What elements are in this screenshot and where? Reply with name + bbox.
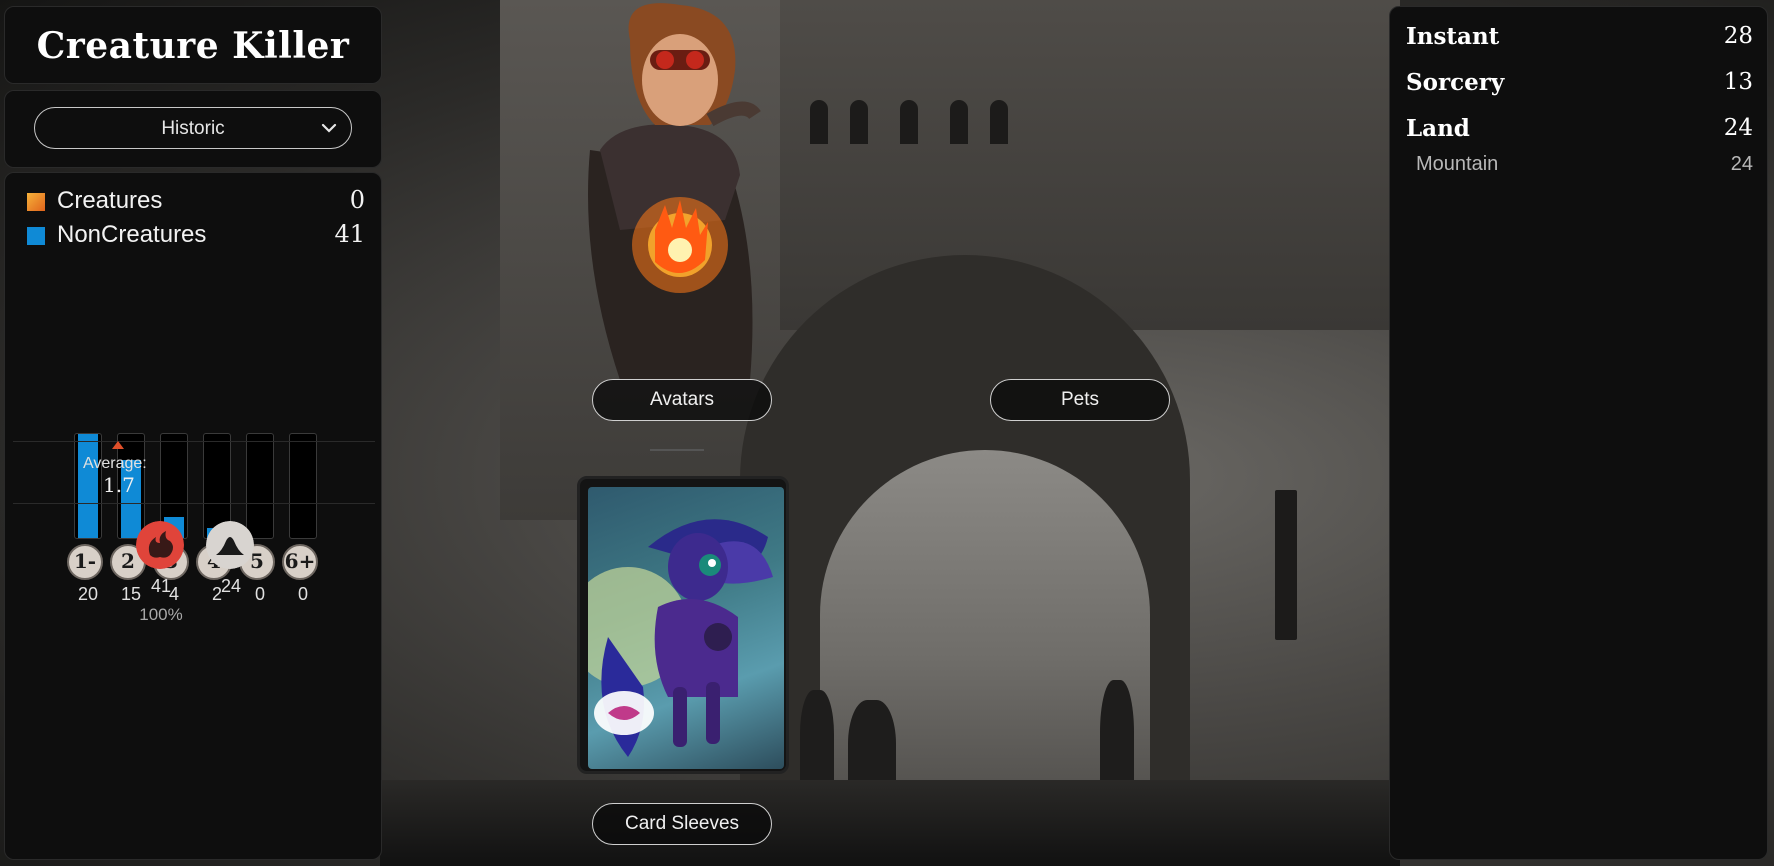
- group-label: Land: [1406, 115, 1470, 142]
- curve-count: 20: [77, 584, 99, 604]
- deck-title[interactable]: Creature Killer: [5, 25, 381, 67]
- window: [990, 100, 1008, 144]
- card-sleeves-button[interactable]: Card Sleeves: [592, 803, 772, 845]
- tower-slit: [1275, 490, 1297, 640]
- curve-bar-track: [74, 433, 102, 539]
- sleeve-artwork: [588, 487, 784, 769]
- decklist-group-sorcery[interactable]: Sorcery 13: [1406, 69, 1753, 101]
- format-selected-label: Historic: [161, 118, 225, 139]
- card-sleeve-preview[interactable]: [577, 476, 789, 774]
- type-count: 41: [334, 220, 365, 248]
- deck-title-panel: Creature Killer: [4, 6, 382, 84]
- decklist-item-mountain[interactable]: Mountain 24: [1416, 153, 1753, 179]
- type-count: 0: [349, 186, 365, 214]
- curve-bar-track: [246, 433, 274, 539]
- cost-1-icon: 1-: [67, 544, 103, 580]
- noncreatures-swatch: [27, 227, 45, 245]
- card-count: 24: [1730, 153, 1753, 175]
- mana-count: 24: [220, 576, 242, 596]
- red-mana-icon: [136, 521, 184, 569]
- curve-bar-track: [289, 433, 317, 539]
- tab-indicator: [650, 449, 704, 451]
- type-label: Creatures: [57, 187, 163, 214]
- window: [850, 100, 868, 144]
- group-label: Instant: [1406, 23, 1500, 50]
- type-row-creatures: Creatures 0: [23, 186, 365, 214]
- average-marker-icon: [112, 441, 124, 449]
- group-label: Sorcery: [1406, 69, 1505, 96]
- average-label: Average:: [83, 455, 147, 472]
- avatars-button[interactable]: Avatars: [592, 379, 772, 421]
- red-mana-percent: 100%: [139, 605, 183, 624]
- window: [950, 100, 968, 144]
- cost-6plus-icon: 6+: [282, 544, 318, 580]
- pets-button[interactable]: Pets: [990, 379, 1170, 421]
- divider: [13, 503, 375, 504]
- window: [810, 100, 828, 144]
- group-count: 13: [1723, 69, 1753, 95]
- deck-stats-panel: Creatures 0 NonCreatures 41 1- 20 2 15 3…: [4, 172, 382, 860]
- chevron-down-icon: [321, 123, 337, 133]
- ground: [380, 780, 1400, 866]
- decklist-group-instant[interactable]: Instant 28: [1406, 23, 1753, 55]
- format-panel: Historic: [4, 90, 382, 168]
- mana-count: 41: [150, 576, 172, 596]
- group-count: 28: [1723, 23, 1753, 49]
- pony-illustration: [588, 519, 773, 757]
- curve-count: 0: [297, 584, 308, 604]
- card-name: Mountain: [1416, 153, 1499, 175]
- group-count: 24: [1723, 115, 1753, 141]
- decklist-group-land[interactable]: Land 24: [1406, 115, 1753, 147]
- format-dropdown[interactable]: Historic: [34, 107, 352, 149]
- avatar-illustration: [588, 3, 761, 380]
- window: [900, 100, 918, 144]
- colorless-mana-icon: [206, 521, 254, 569]
- decklist-panel: Instant 28 Sorcery 13 Land 24 Mountain 2…: [1389, 6, 1768, 860]
- curve-bar-fill: [78, 434, 98, 538]
- divider: [13, 441, 375, 442]
- average-value: 1.7: [103, 473, 135, 497]
- type-row-noncreatures: NonCreatures 41: [23, 220, 365, 248]
- creatures-swatch: [27, 193, 45, 211]
- type-label: NonCreatures: [57, 221, 207, 248]
